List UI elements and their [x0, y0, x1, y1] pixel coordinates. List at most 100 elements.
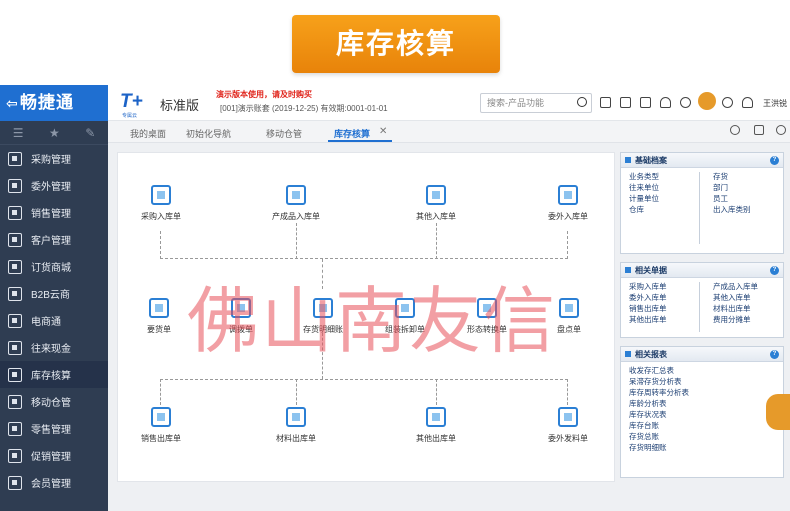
panel-link[interactable]: 部门 — [713, 182, 751, 193]
demo-warning[interactable]: 演示版本使用，请及时购买 — [216, 89, 312, 100]
bell-icon[interactable] — [660, 97, 671, 108]
search-input[interactable]: 搜索-产品功能 — [480, 93, 592, 113]
tab-bar: 我的桌面 初始化导航 移动仓管 库存核算 ✕ — [108, 121, 790, 143]
help-icon[interactable]: ? — [770, 266, 779, 275]
screen-icon[interactable] — [600, 97, 611, 108]
sidebar-item[interactable]: 销售管理 — [0, 199, 108, 226]
outsource-icon — [8, 178, 22, 193]
flow-node[interactable]: 委外发料单 — [533, 407, 603, 444]
sidebar-item[interactable]: B2B云商 — [0, 280, 108, 307]
close-icon[interactable]: ✕ — [379, 126, 387, 137]
phone-icon[interactable] — [680, 97, 691, 108]
panel-link[interactable]: 业务类型 — [629, 171, 659, 182]
assistant-mascot-icon[interactable] — [766, 394, 790, 430]
panel-link[interactable]: 员工 — [713, 193, 751, 204]
tab-desktop[interactable]: 我的桌面 — [130, 127, 166, 140]
settings-icon[interactable] — [776, 125, 786, 135]
help-icon[interactable]: ? — [770, 156, 779, 165]
panel-link[interactable]: 材料出库单 — [713, 303, 758, 314]
panel-link[interactable]: 其他入库单 — [713, 292, 758, 303]
panel-link[interactable]: 库存周转率分析表 — [629, 387, 689, 398]
link-column: 业务类型 往来单位 计量单位 仓库 — [629, 171, 659, 215]
panel-link[interactable]: 仓库 — [629, 204, 659, 215]
sidebar-item[interactable]: 委外管理 — [0, 172, 108, 199]
sidebar-item[interactable]: 电商通 — [0, 307, 108, 334]
flow-node[interactable]: 采购入库单 — [126, 185, 196, 222]
panel-link[interactable]: 库存台账 — [629, 420, 689, 431]
watermark: 佛山南友信 — [187, 279, 558, 363]
panel-link[interactable]: 收发存汇总表 — [629, 365, 689, 376]
tab-init-nav[interactable]: 初始化导航 — [186, 127, 231, 140]
banner-title: 库存核算 — [292, 15, 500, 73]
message-icon[interactable] — [640, 97, 651, 108]
outsource-issue-icon — [558, 407, 578, 427]
panel-header: 基础档案? — [621, 153, 783, 168]
tab-mobile-warehouse[interactable]: 移动仓管 — [266, 127, 302, 140]
panel-link[interactable]: 采购入库单 — [629, 281, 667, 292]
panel-link[interactable]: 存货总账 — [629, 431, 689, 442]
sidebar-item-label: 委外管理 — [31, 182, 71, 193]
panel-link[interactable]: 库存状况表 — [629, 409, 689, 420]
brand-bar[interactable]: ⇦畅捷通 — [0, 85, 108, 121]
flow-node[interactable]: 材料出库单 — [261, 407, 331, 444]
collapse-arrow-icon[interactable]: ⇦ — [6, 85, 20, 121]
panel-link[interactable]: 委外入库单 — [629, 292, 667, 303]
mall-icon — [8, 259, 22, 274]
mascot-icon[interactable] — [698, 92, 716, 110]
sidebar-item[interactable]: 采购管理 — [0, 145, 108, 172]
outsource-inbound-icon — [558, 185, 578, 205]
sidebar-item[interactable]: 往来现金 — [0, 334, 108, 361]
panel-header: 相关报表? — [621, 347, 783, 362]
flow-node[interactable]: 委外入库单 — [533, 185, 603, 222]
panel-link[interactable]: 产成品入库单 — [713, 281, 758, 292]
bottom-connector-3 — [436, 379, 437, 405]
panel-link[interactable]: 存货 — [713, 171, 751, 182]
flow-node-label: 销售出库单 — [141, 434, 181, 443]
fullscreen-icon[interactable] — [754, 125, 764, 135]
panel-link[interactable]: 其他出库单 — [629, 314, 667, 325]
panel-link[interactable]: 费用分摊单 — [713, 314, 758, 325]
sidebar-item[interactable]: 零售管理 — [0, 415, 108, 442]
flow-node[interactable]: 其他入库单 — [401, 185, 471, 222]
panel-link[interactable]: 销售出库单 — [629, 303, 667, 314]
panel-link[interactable]: 存货明细账 — [629, 442, 689, 453]
topbar: T+ 专属云 标准版 演示版本使用，请及时购买 [001]演示账套 (2019-… — [108, 85, 790, 121]
sidebar-item[interactable]: 移动仓管 — [0, 388, 108, 415]
panel-link[interactable]: 库龄分析表 — [629, 398, 689, 409]
menu-icon[interactable]: ☰ — [13, 126, 24, 140]
flow-node[interactable]: 其他出库单 — [401, 407, 471, 444]
user-icon[interactable] — [742, 97, 753, 108]
help-icon[interactable] — [722, 97, 733, 108]
username[interactable]: 王洪锐 — [763, 98, 787, 109]
panel-link[interactable]: 呆滞存货分析表 — [629, 376, 689, 387]
flow-node[interactable]: 销售出库单 — [126, 407, 196, 444]
flow-node[interactable]: 要货单 — [124, 298, 194, 335]
screen: 库存核算 ⇦畅捷通 ☰ ★ ✎ 采购管理委外管理销售管理客户管理订货商城 B2B云… — [0, 0, 790, 511]
tab-search-icon[interactable] — [730, 125, 740, 135]
sidebar-item[interactable]: 会员管理 — [0, 469, 108, 496]
other-inbound-icon — [426, 185, 446, 205]
help-icon[interactable]: ? — [770, 350, 779, 359]
customer-icon — [8, 232, 22, 247]
panel-title: 相关单据 — [635, 266, 667, 275]
search-icon[interactable] — [577, 97, 587, 107]
sidebar-item[interactable]: 客户管理 — [0, 226, 108, 253]
sidebar-item[interactable]: 订货商城 — [0, 253, 108, 280]
panel-link[interactable]: 出入库类别 — [713, 204, 751, 215]
promotion-icon — [8, 448, 22, 463]
material-outbound-icon — [286, 407, 306, 427]
bottom-connector — [160, 379, 568, 405]
panel-link[interactable]: 往来单位 — [629, 182, 659, 193]
flow-node[interactable]: 产成品入库单 — [261, 185, 331, 222]
favorite-icon[interactable]: ★ — [49, 126, 60, 140]
divider — [699, 282, 700, 332]
sidebar-item-label: 客户管理 — [31, 236, 71, 247]
panel-link[interactable]: 计量单位 — [629, 193, 659, 204]
sidebar-item[interactable]: 库存核算 — [0, 361, 108, 388]
tab-inventory[interactable]: 库存核算 — [334, 127, 370, 140]
list-icon[interactable] — [620, 97, 631, 108]
sidebar-item[interactable]: 促销管理 — [0, 442, 108, 469]
search-placeholder: 搜索-产品功能 — [487, 98, 544, 108]
edit-icon[interactable]: ✎ — [85, 126, 95, 140]
related-docs-panel: 相关单据? 采购入库单 委外入库单 销售出库单 其他出库单 产成品入库单 其他入库单 材料… — [620, 262, 784, 338]
